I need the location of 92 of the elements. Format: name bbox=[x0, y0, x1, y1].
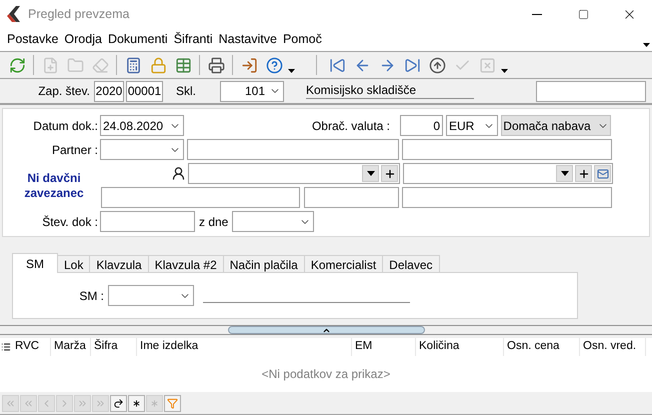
procurement-dropdown[interactable]: Domača nabava bbox=[501, 115, 611, 136]
input-field[interactable] bbox=[101, 187, 300, 208]
date-picker[interactable]: 24.08.2020 bbox=[100, 115, 184, 136]
asterisk-icon bbox=[149, 398, 160, 408]
last-record-icon bbox=[404, 56, 420, 74]
calculator-icon bbox=[124, 56, 142, 74]
exit-door-icon bbox=[240, 56, 258, 74]
menu-item[interactable]: Pomoč bbox=[280, 30, 325, 49]
field-label: Zap. štev. bbox=[37, 83, 91, 100]
overflow-caret-icon bbox=[288, 69, 295, 73]
menu-item[interactable]: Orodja bbox=[61, 30, 105, 49]
maximize-icon bbox=[578, 8, 588, 20]
date-picker[interactable] bbox=[232, 211, 314, 232]
new-document-icon bbox=[42, 56, 58, 74]
last-icon bbox=[95, 398, 106, 408]
lock-icon bbox=[150, 56, 166, 74]
tax-status-label: Ni davčni zavezanec bbox=[23, 170, 85, 200]
tab[interactable]: Klavzula #2 bbox=[148, 255, 224, 272]
filter-button[interactable] bbox=[164, 394, 181, 412]
cancel-icon bbox=[478, 56, 496, 74]
overflow-caret-icon bbox=[643, 42, 650, 46]
tab[interactable]: SM bbox=[12, 253, 58, 273]
tab[interactable]: Delavec bbox=[382, 255, 440, 272]
splitter-handle[interactable] bbox=[228, 326, 424, 334]
input-field[interactable] bbox=[402, 187, 612, 208]
menu-item[interactable]: Postavke bbox=[4, 30, 62, 49]
next-page-icon bbox=[77, 398, 88, 408]
warehouse-dropdown[interactable]: 101 bbox=[220, 80, 284, 102]
add-button[interactable] bbox=[575, 165, 592, 182]
app-logo-icon bbox=[6, 5, 22, 23]
field-label: Skl. bbox=[176, 83, 198, 100]
tab[interactable]: Način plačila bbox=[222, 255, 305, 272]
dropdown-button[interactable] bbox=[362, 165, 379, 182]
field-label: Partner : bbox=[50, 142, 99, 158]
previous-page-icon bbox=[23, 398, 34, 408]
column-header[interactable]: Marža bbox=[51, 338, 91, 356]
overflow-caret-icon bbox=[501, 69, 508, 73]
column-header[interactable]: RVC bbox=[12, 338, 51, 356]
input-field[interactable] bbox=[187, 139, 399, 160]
column-header[interactable]: Osn. vred. bbox=[580, 338, 646, 356]
column-header[interactable]: Količina bbox=[416, 338, 504, 356]
column-header[interactable]: Osn. cena bbox=[504, 338, 580, 356]
redo-button[interactable] bbox=[110, 394, 127, 412]
document-number-field[interactable] bbox=[100, 211, 195, 232]
eraser-icon bbox=[92, 56, 108, 74]
column-header[interactable]: Ime izdelka bbox=[137, 338, 352, 356]
menu-item[interactable]: Dokumenti bbox=[104, 30, 171, 49]
plus-icon bbox=[384, 168, 396, 180]
partner-dropdown[interactable] bbox=[100, 139, 184, 160]
table-icon bbox=[174, 56, 192, 74]
field-label: z dne bbox=[198, 214, 230, 230]
asterisk-icon bbox=[131, 398, 142, 408]
add-button[interactable] bbox=[381, 165, 398, 182]
menu-item[interactable]: Nastavitve bbox=[216, 30, 280, 49]
year-field[interactable]: 2020 bbox=[94, 80, 124, 102]
asterisk-button[interactable] bbox=[128, 394, 145, 412]
first-record-icon bbox=[328, 56, 346, 74]
dropdown-button[interactable] bbox=[556, 165, 573, 182]
eject-icon bbox=[428, 56, 446, 74]
tab[interactable]: Klavzula bbox=[89, 255, 149, 272]
printer-icon bbox=[208, 56, 224, 74]
window-title: Pregled prevzema bbox=[28, 6, 130, 23]
empty-message: <Ni podatkov za prikaz> bbox=[262, 366, 390, 383]
input-field[interactable] bbox=[304, 187, 399, 208]
folder-icon bbox=[66, 56, 84, 74]
first-icon bbox=[5, 398, 16, 408]
redo-icon bbox=[113, 398, 124, 408]
field-label: Štev. dok : bbox=[41, 214, 99, 230]
cost-center-dropdown[interactable] bbox=[108, 285, 194, 306]
plus-icon bbox=[578, 168, 590, 180]
number-field[interactable]: 00001 bbox=[126, 80, 163, 102]
filter-icon bbox=[167, 398, 178, 408]
envelope-icon bbox=[596, 168, 608, 180]
tab[interactable]: Lok bbox=[57, 255, 90, 272]
caret-down-icon bbox=[560, 171, 568, 176]
column-header[interactable]: Šifra bbox=[91, 338, 137, 356]
field-label: SM : bbox=[78, 288, 105, 304]
refresh-icon bbox=[8, 56, 26, 74]
warehouse-name: Komisijsko skladišče bbox=[306, 83, 474, 99]
input-field[interactable] bbox=[402, 139, 612, 160]
tab[interactable]: Komercialist bbox=[304, 255, 384, 272]
input-field[interactable] bbox=[536, 80, 646, 102]
field-label: Datum dok.: bbox=[32, 118, 99, 134]
field-label: Obrač. valuta : bbox=[310, 118, 391, 134]
menu-item[interactable]: Šifranti bbox=[170, 30, 216, 49]
caret-down-icon bbox=[366, 171, 374, 176]
column-header[interactable]: EM bbox=[352, 338, 416, 356]
currency-dropdown[interactable]: EUR bbox=[446, 115, 498, 136]
email-button[interactable] bbox=[594, 165, 611, 182]
person-icon bbox=[171, 166, 186, 181]
rate-field[interactable]: 0 bbox=[400, 115, 443, 136]
help-icon bbox=[266, 56, 282, 74]
